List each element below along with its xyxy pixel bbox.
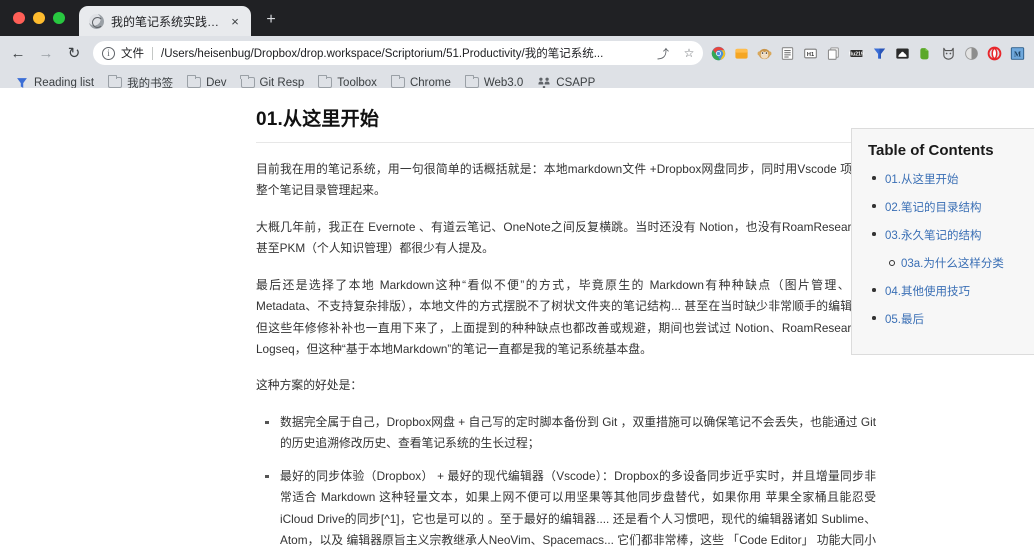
folder-icon [390,74,405,88]
paragraph: 大概几年前，我正在 Evernote 、有道云笔记、OneNote之间反复横跳。… [256,219,876,256]
omnibox-divider [152,46,153,60]
bookmark-label: Dev [206,76,227,89]
browser-toolbar: ← → ↻ i 文件 /Users/heisenbug/Dropbox/drop… [0,36,1034,70]
opera-o-icon[interactable] [984,43,1004,63]
close-tab-icon[interactable]: × [227,13,243,29]
maximize-window-button[interactable] [53,12,65,24]
toc-item-01[interactable]: 01.从这里开始 [868,170,1030,188]
yandex-y-icon[interactable] [869,43,889,63]
bookmark-label: Git Resp [259,76,305,89]
bookmark-label: Reading list [34,76,95,89]
toc-title: Table of Contents [868,142,994,159]
tab-strip: 我的笔记系统实践.md × + [0,0,1034,36]
toc-item-02[interactable]: 02.笔记的目录结构 [868,198,1030,216]
bookmark-label: Chrome [409,76,451,89]
share-icon[interactable]: ⤴ [653,43,673,63]
toc-list: 01.从这里开始 02.笔记的目录结构 03.永久笔记的结构 03a.为什么这样… [868,170,1030,328]
toc-item-04[interactable]: 04.其他使用技巧 [868,282,1030,300]
toc-link[interactable]: 03.永久笔记的结构 [885,230,982,242]
toc-link[interactable]: 03a.为什么这样分类 [901,258,1004,270]
paragraph: 目前我在用的笔记系统，用一句很简单的话概括就是：本地markdown文件 +Dr… [256,161,876,198]
bookmark-label: Toolbox [337,76,377,89]
list-item: 最好的同步体验（Dropbox） + 最好的现代编辑器（Vscode）：Drop… [256,466,876,552]
toc-link[interactable]: 01.从这里开始 [885,174,959,186]
page-viewport: 01.从这里开始 目前我在用的笔记系统，用一句很简单的话概括就是：本地markd… [0,88,1034,552]
toc-item-03[interactable]: 03.永久笔记的结构 [868,226,1030,244]
table-of-contents-panel: Table of Contents 01.从这里开始 02.笔记的目录结构 03… [851,128,1034,355]
orange-box-icon[interactable] [731,43,751,63]
pocket-save-icon[interactable] [892,43,912,63]
bookmark-label: Web3.0 [483,76,524,89]
markdown-download-icon[interactable]: M\u2193 [846,43,866,63]
folder-icon [107,74,123,88]
paragraph: 最后还是选择了本地 Markdown这种“看似不便”的方式，毕竟原生的 Mark… [256,277,876,356]
url-text: /Users/heisenbug/Dropbox/drop.workspace/… [161,48,604,60]
toc-item-03a[interactable]: 03a.为什么这样分类 [868,254,1030,272]
markdown-document: 01.从这里开始 目前我在用的笔记系统，用一句很简单的话概括就是：本地markd… [256,88,876,552]
list-item: 数据完全属于自己，Dropbox网盘 + 自己写的定时脚本备份到 Git ，双重… [256,412,876,455]
svg-text:H1: H1 [806,52,813,58]
paragraph: 这种方案的好处是： [256,378,363,393]
dark-reader-icon[interactable] [961,43,981,63]
reader-list-icon[interactable] [777,43,797,63]
reload-button[interactable]: ↻ [60,39,88,67]
bookmark-star-icon[interactable]: ☆ [679,43,699,63]
bookmark-label: CSAPP [556,76,596,89]
forward-button[interactable]: → [32,39,60,67]
address-bar[interactable]: i 文件 /Users/heisenbug/Dropbox/drop.works… [93,41,703,65]
copy-pages-icon[interactable] [823,43,843,63]
toc-item-05[interactable]: 05.最后 [868,310,1030,328]
browser-tab[interactable]: 我的笔记系统实践.md × [79,6,251,36]
svg-text:M: M [1013,49,1020,58]
cat-face-icon[interactable] [938,43,958,63]
globe-icon [89,13,104,29]
toc-link[interactable]: 05.最后 [885,314,924,326]
page-title: 01.从这里开始 [256,108,876,143]
url-scheme-label: 文件 [121,48,144,60]
folder-icon [464,74,479,88]
folder-icon [317,74,333,88]
folder-icon [186,74,202,88]
close-window-button[interactable] [13,12,25,24]
page-info-icon[interactable]: i [102,46,115,60]
chrome-extension-icon[interactable] [708,43,728,63]
browser-window: 我的笔记系统实践.md × + ← → ↻ i 文件 /Users/heisen… [0,0,1034,552]
h1-heading-icon[interactable]: H1 [800,43,820,63]
markdownload-m-icon[interactable]: M [1007,43,1027,63]
extension-toolbar: H1 M\u2193 [708,43,1030,63]
folder-icon [240,74,255,88]
new-tab-button[interactable]: + [258,7,284,33]
minimize-window-button[interactable] [33,12,45,24]
tab-title: 我的笔记系统实践.md [111,14,220,29]
back-button[interactable]: ← [4,39,32,67]
evernote-elephant-icon[interactable] [915,43,935,63]
window-controls [0,12,65,36]
toc-link[interactable]: 04.其他使用技巧 [885,286,970,298]
benefits-list: 数据完全属于自己，Dropbox网盘 + 自己写的定时脚本备份到 Git ，双重… [256,412,876,552]
monkey-face-icon[interactable] [754,43,774,63]
toc-link[interactable]: 02.笔记的目录结构 [885,202,982,214]
svg-text:M\u2193: M\u2193 [849,51,864,57]
